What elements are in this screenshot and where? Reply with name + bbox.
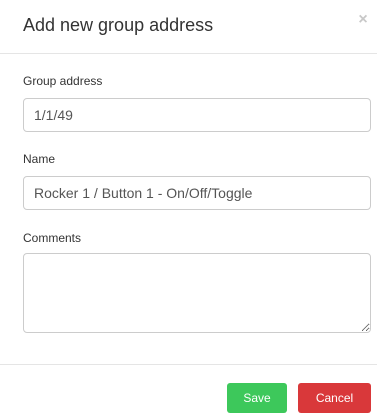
modal-header: Add new group address × bbox=[0, 0, 377, 54]
group-address-label: Group address bbox=[23, 74, 103, 88]
save-button[interactable]: Save bbox=[227, 383, 287, 413]
cancel-button[interactable]: Cancel bbox=[298, 383, 371, 413]
close-icon[interactable]: × bbox=[355, 10, 371, 30]
modal-title: Add new group address bbox=[23, 15, 214, 35]
group-address-input[interactable] bbox=[23, 98, 371, 132]
name-label: Name bbox=[23, 152, 56, 166]
comments-label: Comments bbox=[23, 231, 82, 245]
footer-divider bbox=[0, 364, 377, 365]
name-input[interactable] bbox=[23, 176, 371, 210]
comments-textarea[interactable] bbox=[23, 253, 371, 333]
